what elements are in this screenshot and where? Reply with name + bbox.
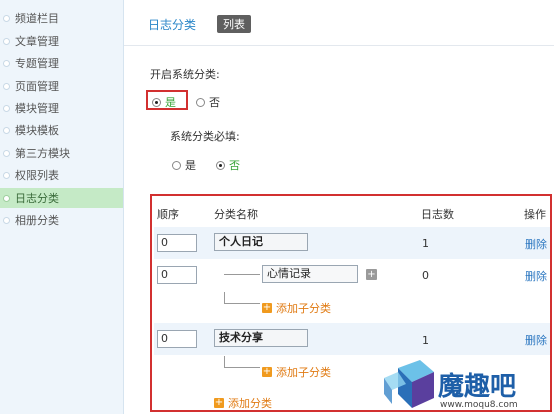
tree-connector (224, 264, 260, 275)
sidebar-item-pages[interactable]: 页面管理 (0, 76, 123, 96)
header-count: 日志数 (421, 208, 454, 221)
delete-link[interactable]: 删除 (525, 268, 547, 284)
delete-link[interactable]: 删除 (525, 332, 547, 348)
radio-label: 是 (165, 96, 176, 109)
bullet-icon (3, 59, 10, 67)
bullet-icon (3, 216, 10, 224)
bullet-icon (3, 82, 10, 90)
enable-system-category-label: 开启系统分类: (150, 68, 220, 81)
delete-link[interactable]: 删除 (525, 236, 547, 252)
bullet-icon (3, 14, 10, 22)
sidebar-item-label: 权限列表 (15, 169, 59, 182)
tab-list[interactable]: 列表 (217, 15, 251, 33)
header-name: 分类名称 (214, 208, 258, 221)
sidebar-item-third-party[interactable]: 第三方模块 (0, 143, 123, 163)
add-subcategory-button[interactable]: + 添加子分类 (262, 300, 331, 316)
order-input[interactable]: 0 (157, 330, 197, 348)
order-input[interactable]: 0 (157, 234, 197, 252)
radio-unchecked-icon[interactable] (172, 160, 181, 170)
add-subcategory-label: 添加子分类 (276, 302, 331, 315)
radio-label: 是 (185, 159, 196, 172)
add-category-button[interactable]: + 添加分类 (214, 395, 272, 411)
sidebar-item-label: 第三方模块 (15, 147, 70, 160)
watermark-url: www.moqu8.com (440, 400, 518, 410)
bullet-icon (3, 126, 10, 134)
page-header: 日志分类 列表 (124, 0, 554, 46)
tree-connector (224, 356, 260, 368)
system-category-required-label: 系统分类必填: (170, 130, 240, 143)
log-count: 0 (422, 269, 429, 282)
sidebar-item-modules[interactable]: 模块管理 (0, 98, 123, 118)
required-no-option[interactable]: 否 (216, 157, 240, 173)
radio-label: 否 (229, 159, 240, 172)
sidebar-item-label: 专题管理 (15, 57, 59, 70)
sidebar-item-topics[interactable]: 专题管理 (0, 53, 123, 73)
enable-yes-option[interactable]: 是 (152, 94, 176, 110)
header-action: 操作 (524, 208, 546, 221)
sidebar-item-label: 文章管理 (15, 35, 59, 48)
tree-connector (224, 292, 260, 304)
log-count: 1 (422, 334, 429, 347)
add-subcategory-label: 添加子分类 (276, 366, 331, 379)
header-order: 顺序 (157, 208, 179, 221)
watermark-brand: 魔趣吧 (438, 372, 517, 402)
order-input[interactable]: 0 (157, 266, 197, 284)
add-icon[interactable]: + (366, 269, 377, 280)
sidebar-item-articles[interactable]: 文章管理 (0, 31, 123, 51)
plus-icon: + (262, 366, 272, 377)
sidebar-item-label: 页面管理 (15, 80, 59, 93)
category-name-input[interactable]: 技术分享 (214, 329, 308, 347)
sidebar-item-label: 模块模板 (15, 124, 59, 137)
page-title: 日志分类 (148, 18, 197, 32)
app-window: 频道栏目 文章管理 专题管理 页面管理 模块管理 模块模板 第三方模块 权限列表… (0, 0, 554, 414)
plus-icon: + (262, 302, 272, 313)
sidebar-item-label: 日志分类 (15, 192, 59, 205)
sidebar-item-label: 模块管理 (15, 102, 59, 115)
add-category-label: 添加分类 (228, 397, 272, 410)
category-name-input[interactable]: 个人日记 (214, 233, 308, 251)
sidebar-item-channel[interactable]: 频道栏目 (0, 8, 123, 28)
bullet-icon (3, 171, 10, 179)
sidebar-item-label: 频道栏目 (15, 12, 59, 25)
sidebar-item-album-categories[interactable]: 相册分类 (0, 210, 123, 230)
sidebar-item-label: 相册分类 (15, 214, 59, 227)
add-subcategory-button[interactable]: + 添加子分类 (262, 364, 331, 380)
radio-checked-icon[interactable] (216, 160, 225, 170)
main-panel: 日志分类 列表 开启系统分类: 是 否 系统分类必填: 是 否 顺序 分类名称 … (124, 0, 554, 414)
bullet-icon (3, 104, 10, 112)
sidebar-item-module-templates[interactable]: 模块模板 (0, 120, 123, 140)
bullet-icon (3, 149, 10, 157)
bullet-icon (3, 194, 10, 202)
enable-no-option[interactable]: 否 (196, 94, 220, 110)
sidebar: 频道栏目 文章管理 专题管理 页面管理 模块管理 模块模板 第三方模块 权限列表… (0, 0, 124, 414)
plus-icon: + (214, 397, 224, 408)
sidebar-item-permissions[interactable]: 权限列表 (0, 165, 123, 185)
log-count: 1 (422, 237, 429, 250)
radio-unchecked-icon[interactable] (196, 97, 205, 107)
radio-label: 否 (209, 96, 220, 109)
subcategory-name-input[interactable]: 心情记录 (262, 265, 358, 283)
bullet-icon (3, 37, 10, 45)
sidebar-item-log-categories[interactable]: 日志分类 (0, 188, 123, 208)
required-yes-option[interactable]: 是 (172, 157, 196, 173)
radio-checked-icon[interactable] (152, 97, 161, 107)
watermark-logo: 魔趣吧 www.moqu8.com (376, 354, 554, 414)
